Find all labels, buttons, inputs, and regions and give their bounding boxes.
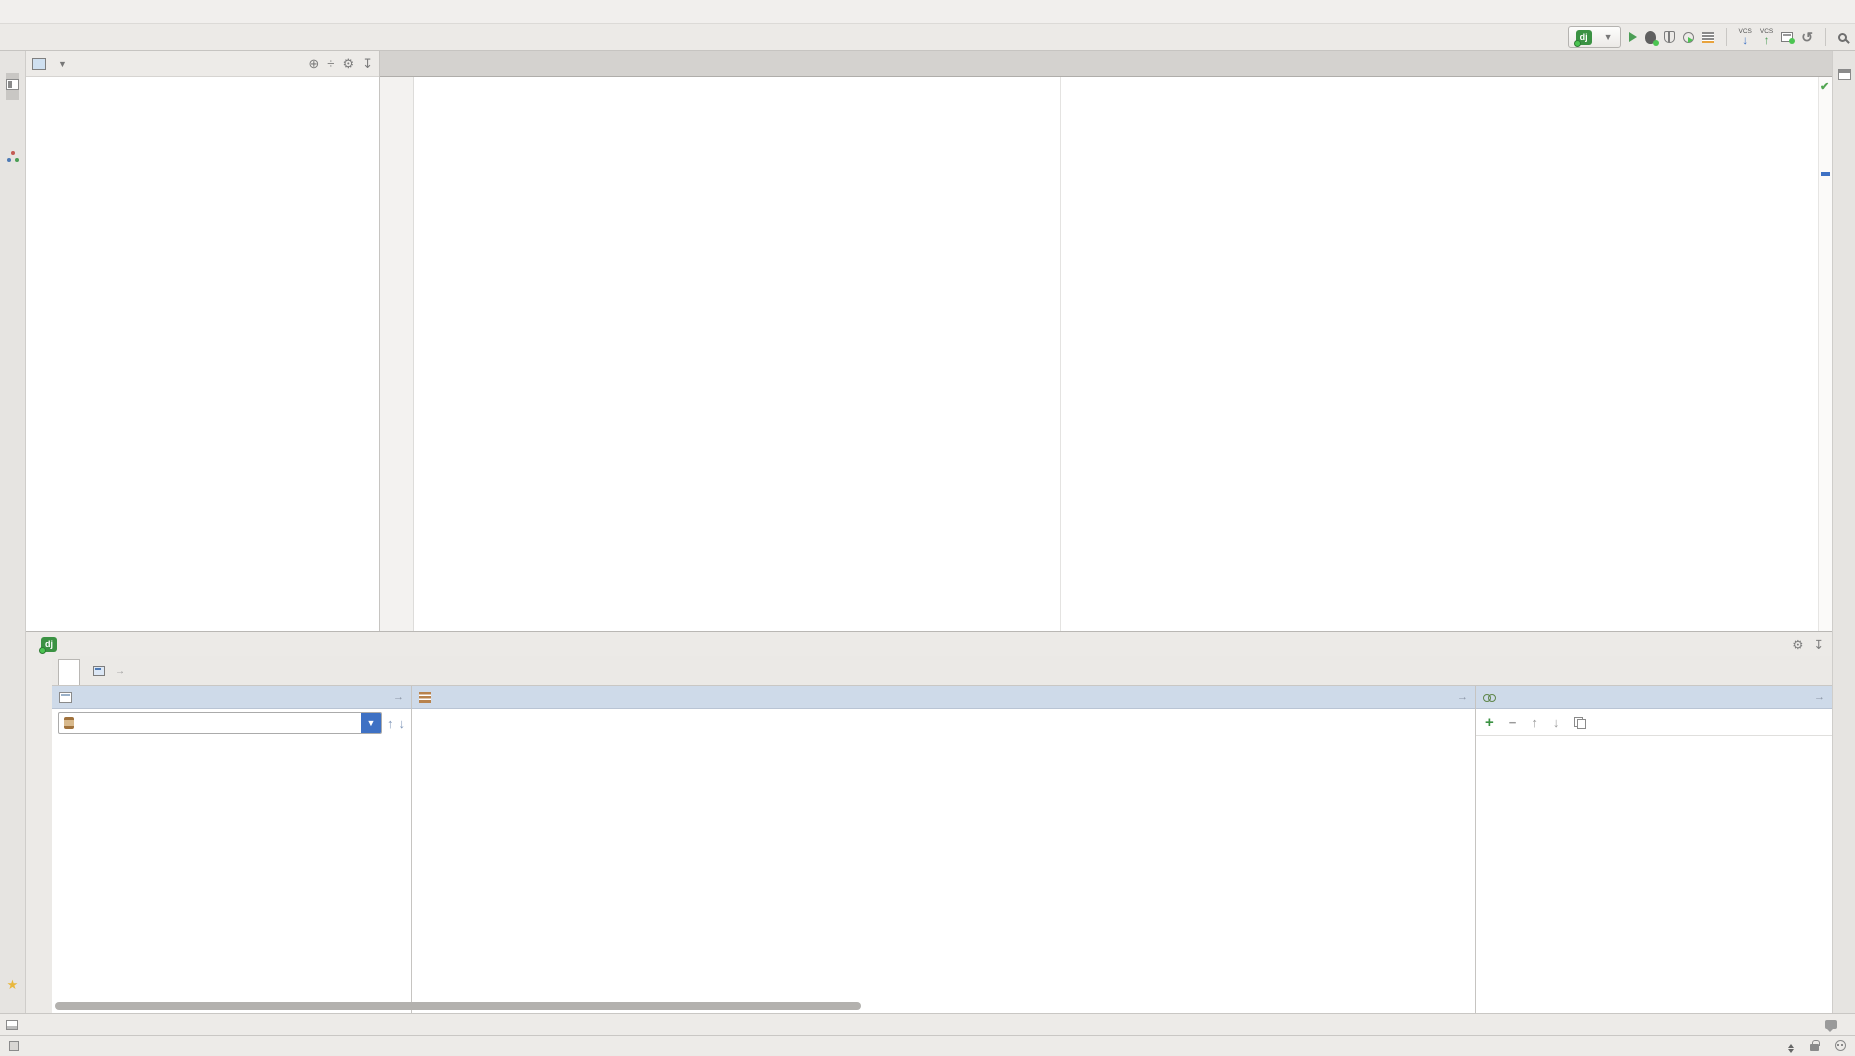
left-tool-stripe: ★ <box>0 51 26 1013</box>
coverage-button[interactable] <box>1664 31 1675 43</box>
branch-arrows-icon <box>1788 1044 1794 1053</box>
editor-error-stripe[interactable]: ✔ <box>1818 77 1832 631</box>
compare-button[interactable] <box>1781 32 1793 42</box>
code-area[interactable] <box>414 77 1818 631</box>
tool-stripe-favorites[interactable]: ★ <box>7 967 19 999</box>
tool-stripe-database[interactable] <box>1838 63 1851 90</box>
chevron-down-icon: ▼ <box>1604 32 1613 42</box>
editor-area: ✔ <box>380 51 1832 631</box>
editor-tab-bar <box>380 51 1832 77</box>
remove-watch-button[interactable]: − <box>1509 715 1517 730</box>
main-area: ★ ▼ ⊕ ÷ ⚙ ↧ <box>0 51 1855 1013</box>
chevron-down-icon[interactable]: ▼ <box>58 59 67 69</box>
vcs-update-button[interactable]: VCS↓ <box>1739 29 1752 45</box>
pin-tab-icon: → <box>115 666 125 677</box>
tool-stripe-structure[interactable] <box>7 140 19 168</box>
tool-window-bar <box>0 1013 1855 1035</box>
variables-header: → <box>412 686 1475 709</box>
gear-icon[interactable]: ⚙ <box>1792 637 1803 652</box>
add-watch-button[interactable]: + <box>1485 714 1494 731</box>
thread-select[interactable]: ▼ <box>58 712 382 734</box>
console-icon <box>93 666 105 676</box>
revert-button[interactable]: ↺ <box>1801 29 1813 46</box>
pin-panel-icon: → <box>1814 691 1825 703</box>
gear-icon[interactable]: ⚙ <box>342 56 354 72</box>
watches-panel: → + − ↑ ↓ <box>1476 686 1832 1013</box>
editor-body[interactable]: ✔ <box>380 77 1832 631</box>
toolbar-separator <box>1825 28 1826 46</box>
run-button[interactable] <box>1629 32 1637 42</box>
project-view-icon <box>32 58 46 70</box>
previous-frame-button[interactable]: ↑ <box>387 716 394 731</box>
variable-list <box>412 709 1475 1013</box>
vcs-branch-widget[interactable] <box>1786 1038 1794 1053</box>
locate-icon[interactable]: ⊕ <box>308 56 319 72</box>
debug-left-toolbar <box>26 656 52 1013</box>
next-frame-button[interactable]: ↓ <box>399 716 406 731</box>
project-panel-header: ▼ ⊕ ÷ ⚙ ↧ <box>26 51 379 77</box>
frames-icon <box>59 692 72 703</box>
editor-gutter[interactable] <box>380 77 414 631</box>
debug-tool-window: dj ⚙ ↧ <box>26 631 1832 1013</box>
move-down-button[interactable]: ↓ <box>1553 715 1560 730</box>
toolbar-separator <box>1726 28 1727 46</box>
debug-button[interactable] <box>1645 31 1656 44</box>
variables-panel: → <box>412 686 1476 1013</box>
event-log-icon <box>1825 1020 1837 1029</box>
horizontal-scrollbar[interactable] <box>55 1002 861 1010</box>
thread-icon <box>64 717 74 729</box>
inspector-hector-icon[interactable] <box>1835 1040 1846 1051</box>
run-manage-tasks-button[interactable] <box>1702 32 1714 43</box>
vcs-commit-button[interactable]: VCS↑ <box>1760 29 1773 45</box>
ide-window: dj ▼ VCS↓ VCS↑ ↺ <box>0 0 1855 1056</box>
menu-bar <box>0 0 1855 24</box>
debug-panels: → ▼ ↑ ↓ <box>52 686 1832 1013</box>
search-everywhere-button[interactable] <box>1838 33 1847 42</box>
database-tool-icon <box>1838 69 1851 80</box>
debug-toolbar: → <box>52 656 1832 686</box>
run-configuration-select[interactable]: dj ▼ <box>1568 26 1621 48</box>
project-panel: ▼ ⊕ ÷ ⚙ ↧ <box>26 51 380 631</box>
hide-panel-icon[interactable]: ↧ <box>362 56 373 72</box>
right-tool-stripe <box>1832 51 1855 1013</box>
watches-toolbar: + − ↑ ↓ <box>1476 709 1832 736</box>
variables-icon <box>419 692 431 703</box>
duplicate-watch-button[interactable] <box>1574 717 1584 728</box>
move-up-button[interactable]: ↑ <box>1531 715 1538 730</box>
frames-panel: → ▼ ↑ ↓ <box>52 686 412 1013</box>
thread-dropdown-button[interactable]: ▼ <box>361 713 381 733</box>
thread-selector-row: ▼ ↑ ↓ <box>52 709 411 737</box>
hide-panel-icon[interactable]: ↧ <box>1814 637 1824 652</box>
right-margin-guide <box>1060 77 1061 631</box>
event-log-button[interactable] <box>1825 1020 1849 1029</box>
watches-empty-text <box>1476 736 1832 1013</box>
profiler-button[interactable] <box>1683 32 1694 43</box>
django-icon: dj <box>1576 30 1592 45</box>
tool-stripe-project[interactable] <box>6 73 19 100</box>
watches-header: → <box>1476 686 1832 709</box>
hide-tool-windows-icon[interactable] <box>9 1041 19 1051</box>
frame-list <box>52 737 411 1013</box>
lock-icon[interactable] <box>1810 1044 1819 1051</box>
status-bar <box>0 1035 1855 1055</box>
django-icon: dj <box>41 637 57 652</box>
inspection-ok-icon: ✔ <box>1820 80 1829 93</box>
toggle-tool-buttons-icon[interactable] <box>6 1020 18 1030</box>
navigation-bar: dj ▼ VCS↓ VCS↑ ↺ <box>0 24 1855 51</box>
frames-header: → <box>52 686 411 709</box>
project-tree <box>26 77 379 631</box>
tab-console[interactable]: → <box>82 659 136 683</box>
favorites-star-icon: ★ <box>7 977 19 993</box>
debug-header: dj ⚙ ↧ <box>26 632 1832 656</box>
collapse-all-icon[interactable]: ÷ <box>327 56 334 71</box>
pin-panel-icon: → <box>393 691 404 703</box>
tab-debugger[interactable] <box>58 659 80 685</box>
watches-icon <box>1483 693 1496 702</box>
run-toolbar: dj ▼ VCS↓ VCS↑ ↺ <box>1568 26 1847 48</box>
structure-tool-icon <box>7 150 19 162</box>
pin-panel-icon: → <box>1457 691 1468 703</box>
current-line-marker <box>1821 172 1830 176</box>
project-tool-icon <box>6 79 19 90</box>
